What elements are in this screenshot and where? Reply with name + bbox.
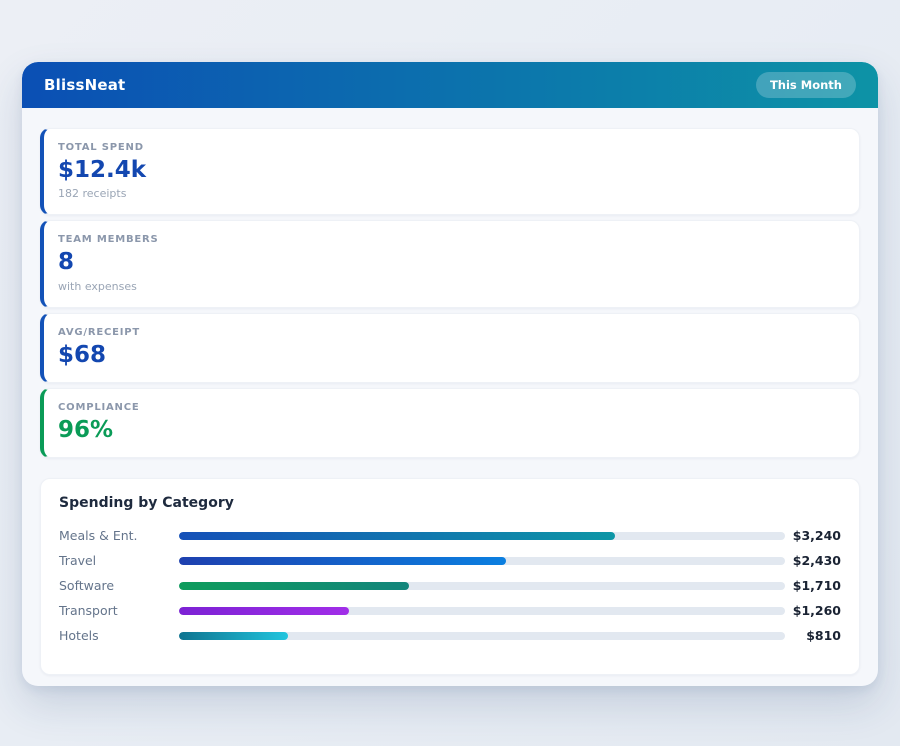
category-bar-track [179,582,785,590]
category-label: Hotels [59,628,179,643]
category-label: Travel [59,553,179,568]
stat-label: COMPLIANCE [58,402,841,413]
category-bar-track [179,532,785,540]
spending-by-category-card: Spending by Category Meals & Ent. $3,240… [40,478,860,675]
category-row: Meals & Ent. $3,240 [59,523,841,548]
category-value: $810 [785,628,841,643]
category-value: $3,240 [785,528,841,543]
stat-subtext: 182 receipts [58,187,841,200]
category-bar-fill [179,557,506,565]
app-title: BlissNeat [44,76,125,94]
category-bar-track [179,557,785,565]
stat-value: $68 [58,343,841,368]
category-row: Transport $1,260 [59,598,841,623]
stat-card-team-members: TEAM MEMBERS 8 with expenses [40,220,860,307]
stat-subtext: with expenses [58,280,841,293]
category-label: Software [59,578,179,593]
stat-card-compliance: COMPLIANCE 96% [40,388,860,458]
stat-value: $12.4k [58,158,841,183]
category-value: $1,710 [785,578,841,593]
dashboard-panel: BlissNeat This Month TOTAL SPEND $12.4k … [22,62,878,686]
category-bar-list: Meals & Ent. $3,240 Travel $2,430 Softwa… [59,523,841,648]
period-badge[interactable]: This Month [756,72,856,98]
category-value: $2,430 [785,553,841,568]
spending-by-category-title: Spending by Category [59,495,841,511]
main-content: TOTAL SPEND $12.4k 182 receipts TEAM MEM… [22,108,878,675]
category-bar-fill [179,632,288,640]
category-bar-fill [179,532,615,540]
category-label: Meals & Ent. [59,528,179,543]
stat-label: TEAM MEMBERS [58,234,841,245]
category-bar-track [179,632,785,640]
stat-card-total-spend: TOTAL SPEND $12.4k 182 receipts [40,128,860,215]
stat-card-avg-receipt: AVG/RECEIPT $68 [40,313,860,383]
category-row: Hotels $810 [59,623,841,648]
stat-value: 96% [58,418,841,443]
stat-value: 8 [58,250,841,275]
category-value: $1,260 [785,603,841,618]
app-header: BlissNeat This Month [22,62,878,108]
stat-label: TOTAL SPEND [58,142,841,153]
category-row: Software $1,710 [59,573,841,598]
category-bar-track [179,607,785,615]
category-row: Travel $2,430 [59,548,841,573]
stat-label: AVG/RECEIPT [58,327,841,338]
category-label: Transport [59,603,179,618]
category-bar-fill [179,582,409,590]
category-bar-fill [179,607,349,615]
